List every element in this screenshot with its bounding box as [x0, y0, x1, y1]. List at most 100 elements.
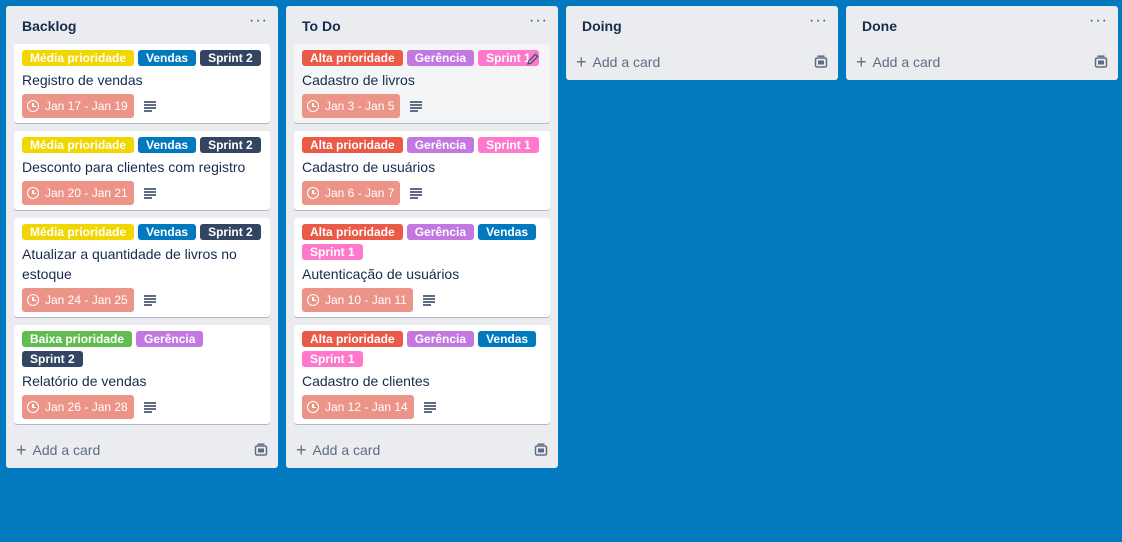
- due-date-badge[interactable]: Jan 24 - Jan 25: [22, 288, 134, 312]
- list-todo: To Do ··· Alta prioridade Gerência Sprint …: [286, 6, 558, 468]
- list-title[interactable]: Backlog: [22, 18, 76, 34]
- list-menu-icon[interactable]: ···: [249, 12, 268, 30]
- card-label[interactable]: Média prioridade: [22, 50, 135, 66]
- list-menu-icon[interactable]: ···: [1089, 12, 1108, 30]
- due-date-badge[interactable]: Jan 26 - Jan 28: [22, 395, 134, 419]
- due-date-badge[interactable]: Jan 3 - Jan 5: [302, 94, 401, 118]
- card-badges: Jan 26 - Jan 28: [22, 395, 262, 419]
- list-title[interactable]: To Do: [302, 18, 341, 34]
- plus-icon: +: [16, 440, 27, 460]
- list-backlog: Backlog ··· Média prioridade Vendas Sprint…: [6, 6, 278, 468]
- add-card-label: Add a card: [592, 54, 661, 70]
- card-label[interactable]: Sprint 2: [200, 137, 261, 153]
- card-label[interactable]: Sprint 1: [302, 244, 363, 260]
- card-template-icon[interactable]: [1094, 55, 1108, 69]
- card-label[interactable]: Média prioridade: [22, 224, 135, 240]
- list-header: Backlog ···: [6, 6, 278, 44]
- card-title: Autenticação de usuários: [302, 266, 460, 282]
- add-card-button[interactable]: + Add a card: [6, 432, 278, 468]
- card-badges: Jan 12 - Jan 14: [302, 395, 542, 419]
- list-menu-icon[interactable]: ···: [529, 12, 548, 30]
- card-label[interactable]: Sprint 2: [22, 351, 83, 367]
- card-badges: Jan 3 - Jan 5: [302, 94, 542, 118]
- add-card-label: Add a card: [312, 442, 381, 458]
- card-badges: Jan 24 - Jan 25: [22, 288, 262, 312]
- due-date-text: Jan 17 - Jan 19: [45, 99, 128, 113]
- clock-icon: [27, 294, 39, 306]
- card-template-icon[interactable]: [814, 55, 828, 69]
- card-label[interactable]: Vendas: [478, 331, 537, 347]
- card-title: Cadastro de clientes: [302, 373, 430, 389]
- card-label[interactable]: Sprint 2: [200, 224, 261, 240]
- description-icon: [143, 402, 156, 413]
- due-date-badge[interactable]: Jan 12 - Jan 14: [302, 395, 414, 419]
- card-label[interactable]: Vendas: [138, 137, 197, 153]
- clock-icon: [27, 100, 39, 112]
- list-title[interactable]: Done: [862, 18, 897, 34]
- add-card-button[interactable]: + Add a card: [846, 44, 1118, 80]
- list-title[interactable]: Doing: [582, 18, 622, 34]
- card-badges: Jan 10 - Jan 11: [302, 288, 542, 312]
- pencil-icon[interactable]: [526, 52, 540, 66]
- card-label[interactable]: Alta prioridade: [302, 224, 403, 240]
- card-template-icon[interactable]: [254, 443, 268, 457]
- card-label[interactable]: Vendas: [478, 224, 537, 240]
- card-labels: Alta prioridade Gerência Vendas Sprint 1: [302, 331, 542, 367]
- card-title: Relatório de vendas: [22, 373, 147, 389]
- description-icon: [143, 188, 156, 199]
- due-date-text: Jan 12 - Jan 14: [325, 400, 408, 414]
- card-labels: Alta prioridade Gerência Sprint 1: [302, 137, 542, 153]
- card-label[interactable]: Alta prioridade: [302, 137, 403, 153]
- description-icon: [410, 101, 423, 112]
- card[interactable]: Média prioridade Vendas Sprint 2 Desconto p…: [14, 131, 270, 210]
- list-menu-icon[interactable]: ···: [809, 12, 828, 30]
- card-title: Cadastro de usuários: [302, 159, 436, 175]
- due-date-badge[interactable]: Jan 20 - Jan 21: [22, 181, 134, 205]
- due-date-badge[interactable]: Jan 10 - Jan 11: [302, 288, 413, 312]
- due-date-text: Jan 10 - Jan 11: [325, 293, 407, 307]
- card-label[interactable]: Sprint 2: [200, 50, 261, 66]
- card-label[interactable]: Gerência: [406, 137, 475, 153]
- list-doing: Doing ··· + Add a card: [566, 6, 838, 80]
- due-date-text: Jan 6 - Jan 7: [325, 186, 395, 200]
- card-template-icon[interactable]: [534, 443, 548, 457]
- card[interactable]: Média prioridade Vendas Sprint 2 Atualizar …: [14, 218, 270, 317]
- description-icon: [423, 402, 436, 413]
- plus-icon: +: [296, 440, 307, 460]
- card-list: Média prioridade Vendas Sprint 2 Registro d…: [6, 44, 278, 424]
- clock-icon: [27, 401, 39, 413]
- card-label[interactable]: Gerência: [136, 331, 204, 347]
- card-labels: Alta prioridade Gerência Sprint 1: [302, 50, 542, 66]
- card-label[interactable]: Baixa prioridade: [22, 331, 133, 347]
- due-date-badge[interactable]: Jan 6 - Jan 7: [302, 181, 401, 205]
- add-card-button[interactable]: + Add a card: [286, 432, 558, 468]
- due-date-badge[interactable]: Jan 17 - Jan 19: [22, 94, 134, 118]
- add-card-button[interactable]: + Add a card: [566, 44, 838, 80]
- card-label[interactable]: Sprint 1: [478, 137, 539, 153]
- clock-icon: [307, 100, 319, 112]
- card-labels: Média prioridade Vendas Sprint 2: [22, 137, 262, 153]
- card[interactable]: Baixa prioridade Gerência Sprint 2 Relatóri…: [14, 325, 270, 424]
- card-badges: Jan 17 - Jan 19: [22, 94, 262, 118]
- card[interactable]: Média prioridade Vendas Sprint 2 Registro d…: [14, 44, 270, 123]
- clock-icon: [27, 187, 39, 199]
- card-label[interactable]: Gerência: [406, 224, 475, 240]
- plus-icon: +: [576, 52, 587, 72]
- card-labels: Alta prioridade Gerência Vendas Sprint 1: [302, 224, 542, 260]
- card-badges: Jan 20 - Jan 21: [22, 181, 262, 205]
- add-card-label: Add a card: [32, 442, 101, 458]
- card-label[interactable]: Alta prioridade: [302, 331, 403, 347]
- card[interactable]: Alta prioridade Gerência Vendas Sprint 1 Cad…: [294, 325, 550, 424]
- card-label[interactable]: Vendas: [138, 224, 197, 240]
- card[interactable]: Alta prioridade Gerência Vendas Sprint 1 Aut…: [294, 218, 550, 317]
- card-label[interactable]: Vendas: [138, 50, 197, 66]
- card[interactable]: Alta prioridade Gerência Sprint 1 Cadastro …: [294, 44, 550, 123]
- card-label[interactable]: Média prioridade: [22, 137, 135, 153]
- card-label[interactable]: Sprint 1: [302, 351, 363, 367]
- card-label[interactable]: Alta prioridade: [302, 50, 403, 66]
- clock-icon: [307, 294, 319, 306]
- card-label[interactable]: Gerência: [406, 331, 475, 347]
- card-label[interactable]: Gerência: [406, 50, 475, 66]
- card[interactable]: Alta prioridade Gerência Sprint 1 Cadastro …: [294, 131, 550, 210]
- card-labels: Média prioridade Vendas Sprint 2: [22, 50, 262, 66]
